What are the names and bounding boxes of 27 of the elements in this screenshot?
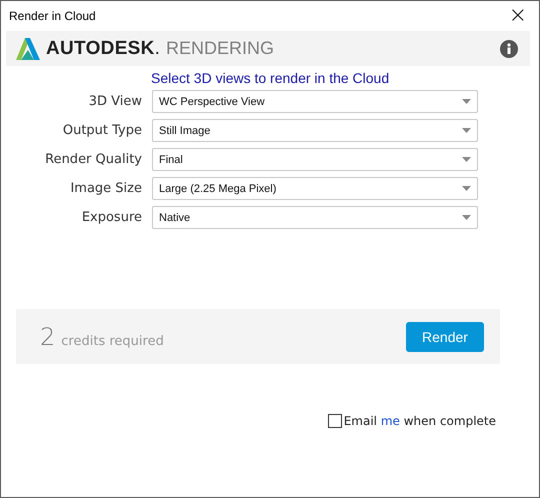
info-icon[interactable] xyxy=(500,40,518,58)
caret-icon xyxy=(462,128,471,133)
caret-icon xyxy=(462,215,471,220)
brand-dot: . xyxy=(154,38,160,60)
dropdown-field[interactable]: Still Image xyxy=(152,119,478,142)
credits-count: 2 xyxy=(40,322,56,350)
email-checkbox[interactable] xyxy=(328,414,342,428)
dropdown-field[interactable]: Native xyxy=(152,206,478,229)
caret-icon xyxy=(462,157,471,162)
field-label: Render Quality xyxy=(44,152,142,167)
caret-icon xyxy=(462,186,471,191)
credits-text: credits required xyxy=(61,334,164,348)
email-option-label[interactable]: Email me when complete xyxy=(344,414,496,428)
field-label: Output Type xyxy=(62,123,142,138)
product-name: RENDERING xyxy=(166,38,275,59)
field-label: 3D View xyxy=(88,94,142,109)
dropdown-field[interactable]: Large (2.25 Mega Pixel) xyxy=(152,177,478,200)
caret-icon xyxy=(462,99,471,104)
dropdown-field[interactable]: Final xyxy=(152,148,478,171)
field-label: Image Size xyxy=(69,181,142,196)
close-button[interactable]: × xyxy=(504,6,531,26)
window-title: Render in Cloud xyxy=(9,9,96,23)
instruction-heading: Select 3D views to render in the Cloud xyxy=(151,70,390,88)
dropdown-field[interactable]: WC Perspective View xyxy=(152,90,478,113)
field-label: Exposure xyxy=(80,210,142,225)
logo-icon xyxy=(16,38,40,60)
brand-name: AUTODESK xyxy=(46,38,155,60)
